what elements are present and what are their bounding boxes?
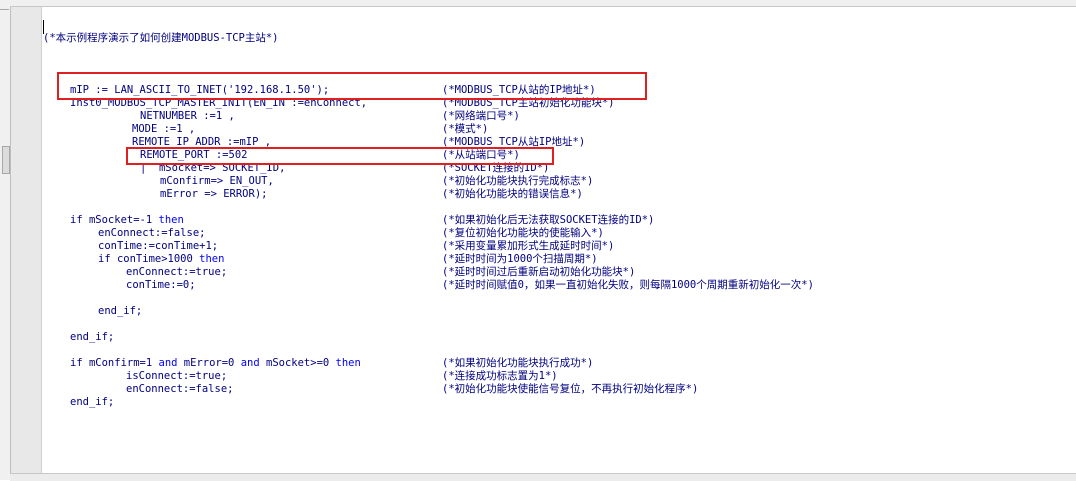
code-comment: (*初始化功能块执行完成标志*) <box>442 175 594 187</box>
header-comment: (*本示例程序演示了如何创建MODBUS-TCP主站*) <box>43 32 279 44</box>
code-comment: (*复位初始化功能块的使能输入*) <box>442 227 604 239</box>
keyword: and <box>240 357 260 369</box>
code-line: isConnect:=true; <box>126 370 228 382</box>
code-line: end_if; <box>70 396 115 408</box>
code-comment: (*如果初始化功能块执行成功*) <box>442 357 594 369</box>
code-line: end_if; <box>70 331 115 343</box>
code-line: conTime:=0; <box>126 279 196 291</box>
code-line: mError => ERROR); <box>160 188 268 200</box>
code-line: enConnect:=true; <box>126 266 228 278</box>
code-line: conTime:=conTime+1; <box>98 240 219 252</box>
code-line: MODE :=1 , <box>132 123 196 135</box>
code-comment: (*如果初始化后无法获取SOCKET连接的ID*) <box>442 214 655 226</box>
code-editor[interactable]: (*本示例程序演示了如何创建MODBUS-TCP主站*) mIP := LAN_… <box>0 0 1076 480</box>
code-line: if conTime>1000 then <box>98 253 225 265</box>
highlight-box-ip-line <box>57 72 647 100</box>
code-line: enConnect:=false; <box>126 383 234 395</box>
code-comment: (*网络端口号*) <box>442 110 520 122</box>
keyword: then <box>199 253 225 265</box>
code-comment: (*采用变量累加形式生成延时时间*) <box>442 240 615 252</box>
code-line: NETNUMBER :=1 , <box>140 110 235 122</box>
code-comment: (*初始化功能块使能信号复位，不再执行初始化程序*) <box>442 383 699 395</box>
code-line: end_if; <box>98 305 143 317</box>
code-comment: (*连接成功标志置为1*) <box>442 370 558 382</box>
code-line: if mSocket=-1 then <box>70 214 184 226</box>
keyword: then <box>335 357 361 369</box>
code-line: enConnect:=false; <box>98 227 206 239</box>
code-comment: (*延时时间为1000个扫描周期*) <box>442 253 598 265</box>
keyword: then <box>158 214 184 226</box>
code-comment: (*延时时间赋值0，如果一直初始化失败，则每隔1000个周期重新初始化一次*) <box>442 279 814 291</box>
keyword: and <box>158 357 178 369</box>
code-line: mConfirm=> EN_OUT, <box>160 175 274 187</box>
code-line: if mConfirm=1 and mError=0 and mSocket>=… <box>70 357 361 369</box>
code-comment: (*延时时间过后重新启动初始化功能块*) <box>442 266 636 278</box>
highlight-box-port-line <box>126 147 554 165</box>
code-comment: (*模式*) <box>442 123 489 135</box>
code-comment: (*初始化功能块的错误信息*) <box>442 188 583 200</box>
